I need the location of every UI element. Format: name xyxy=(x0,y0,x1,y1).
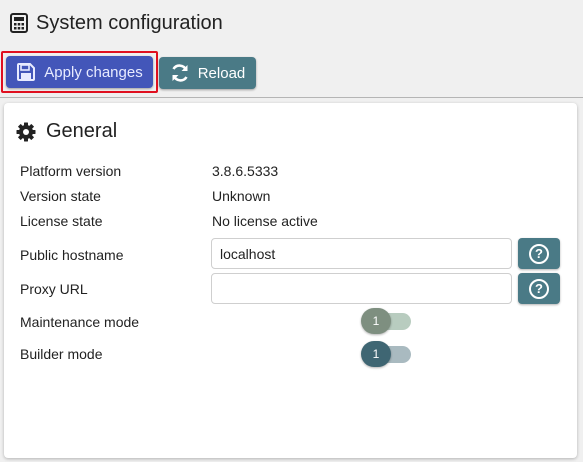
maintenance-mode-knob: 1 xyxy=(361,308,391,334)
help-icon: ? xyxy=(529,243,549,264)
apply-highlight: Apply changes xyxy=(1,51,158,93)
system-configuration-page: System configuration Apply changes Reloa… xyxy=(0,0,583,462)
toolbar: Apply changes Reload xyxy=(0,50,583,94)
calculator-icon xyxy=(10,13,28,33)
platform-version-value: 3.8.6.5333 xyxy=(212,163,279,179)
public-hostname-help-button[interactable]: ? xyxy=(518,238,560,269)
proxy-url-label: Proxy URL xyxy=(20,281,88,297)
page-title: System configuration xyxy=(36,11,223,34)
public-hostname-input[interactable] xyxy=(211,238,512,269)
general-card-header: General xyxy=(16,120,117,143)
save-icon xyxy=(17,63,36,81)
builder-mode-toggle[interactable]: 1 xyxy=(361,341,411,367)
builder-mode-label: Builder mode xyxy=(20,346,103,362)
reload-button[interactable]: Reload xyxy=(159,57,256,89)
license-state-value: No license active xyxy=(212,213,318,229)
license-state-label: License state xyxy=(20,213,103,229)
proxy-url-help-button[interactable]: ? xyxy=(518,273,560,304)
toolbar-divider xyxy=(0,97,583,98)
help-icon: ? xyxy=(529,278,549,299)
version-state-value: Unknown xyxy=(212,188,271,204)
builder-mode-knob: 1 xyxy=(361,341,391,367)
reload-label: Reload xyxy=(197,64,246,82)
maintenance-mode-toggle[interactable]: 1 xyxy=(361,308,411,334)
page-header: System configuration xyxy=(0,0,583,46)
version-state-label: Version state xyxy=(20,188,101,204)
gear-icon xyxy=(16,122,36,141)
apply-changes-label: Apply changes xyxy=(44,63,143,81)
proxy-url-input[interactable] xyxy=(211,273,512,304)
public-hostname-label: Public hostname xyxy=(20,247,124,263)
platform-version-label: Platform version xyxy=(20,163,122,179)
general-title: General xyxy=(46,120,118,142)
refresh-icon xyxy=(172,64,188,82)
maintenance-mode-label: Maintenance mode xyxy=(20,314,140,330)
general-card: General Platform version 3.8.6.5333 Vers… xyxy=(4,103,577,458)
apply-changes-button[interactable]: Apply changes xyxy=(6,56,153,88)
